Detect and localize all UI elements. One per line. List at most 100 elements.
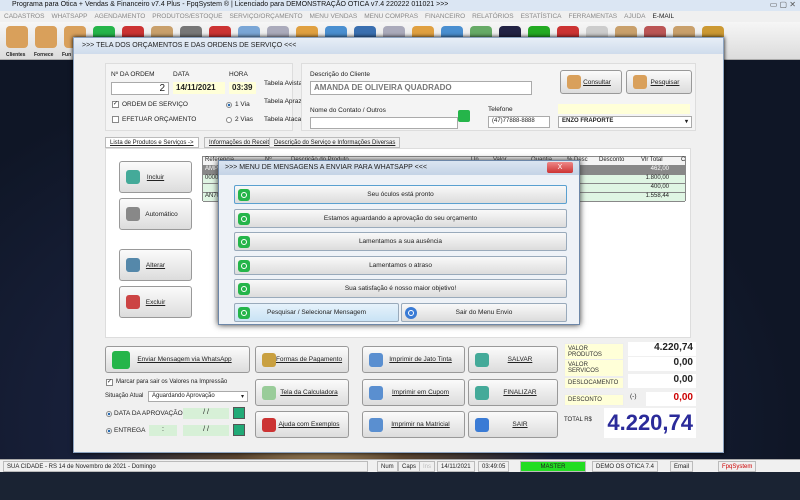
- alterar-button[interactable]: Alterar: [119, 249, 192, 281]
- column-header[interactable]: C: [681, 157, 685, 163]
- menu-item[interactable]: AGENDAMENTO: [94, 13, 145, 20]
- status-date: 14/11/2021: [437, 461, 475, 472]
- finalizar-button[interactable]: FINALIZAR: [468, 379, 558, 406]
- consultar-button[interactable]: Consultar: [560, 70, 622, 94]
- total-value: 4.220,74: [604, 408, 696, 438]
- menu-item[interactable]: CADASTROS: [4, 13, 44, 20]
- menu-item[interactable]: WHATSAPP: [51, 13, 87, 20]
- formas-button[interactable]: Formas de Pagamento: [255, 346, 349, 373]
- menu-item[interactable]: RELATÓRIOS: [472, 13, 513, 20]
- status-bar: SUA CIDADE - RS 14 de Novembro de 2021 -…: [0, 459, 800, 472]
- 1-via-label: 1 Via: [235, 101, 250, 108]
- ordem-servico-label: ORDEM DE SERVIÇO: [122, 101, 188, 108]
- status-ins: Ins: [419, 461, 436, 472]
- pesquisar-button[interactable]: Pesquisar: [626, 70, 692, 94]
- message-button[interactable]: Lamentamos a sua ausência: [234, 232, 567, 251]
- printer-icon: [369, 385, 383, 400]
- sair-button[interactable]: SAIR: [468, 411, 558, 438]
- toolbar-label: Fornece: [34, 52, 54, 58]
- incluir-button[interactable]: Incluir: [119, 161, 192, 193]
- contact-label: Nome do Contato / Outros: [310, 107, 386, 114]
- menu-item[interactable]: ESTATÍSTICA: [521, 13, 562, 20]
- menu-item[interactable]: FINANCEIRO: [425, 13, 465, 20]
- total-label: TOTAL R$: [564, 417, 592, 423]
- marcar-checkbox[interactable]: ✓: [106, 379, 113, 386]
- phone-input[interactable]: (47)77888-8888: [488, 116, 550, 128]
- date-field[interactable]: 14/11/2021: [173, 82, 225, 94]
- sair-menu-envio-button[interactable]: Sair do Menu Envio: [401, 303, 567, 322]
- time-field[interactable]: 03:39: [229, 82, 256, 94]
- whatsapp-icon: [238, 189, 250, 201]
- contact-input[interactable]: [310, 117, 458, 129]
- status-email[interactable]: Email: [670, 461, 694, 472]
- efetuar-orcamento-checkbox[interactable]: [112, 116, 119, 123]
- data-aprovacao-input[interactable]: / /: [183, 408, 229, 419]
- whatsapp-icon: [238, 212, 250, 225]
- 1-via-radio[interactable]: [226, 102, 232, 108]
- entrega-time-input[interactable]: :: [149, 425, 177, 436]
- menu-item[interactable]: SERVIÇO/ORÇAMENTO: [229, 13, 302, 20]
- menu-item[interactable]: PRODUTOS/ESTOQUE: [152, 13, 222, 20]
- tab-descricao[interactable]: Descrição do Serviço e Informações Diver…: [269, 137, 401, 148]
- status-time: 03:49:05: [478, 461, 510, 472]
- calendar-icon[interactable]: [233, 407, 245, 419]
- seller-select[interactable]: ENZO FRAPORTE ▾: [558, 116, 692, 128]
- automatico-button[interactable]: Automático: [119, 198, 192, 230]
- column-header[interactable]: Desconto: [599, 157, 624, 163]
- message-button[interactable]: Seu óculos está pronto: [234, 185, 567, 204]
- calculator-icon: [262, 385, 276, 400]
- calendar-icon[interactable]: [233, 424, 245, 436]
- menu-item[interactable]: MENU VENDAS: [310, 13, 358, 20]
- toolbar-button[interactable]: [6, 26, 28, 48]
- status-brand: FpqSystem: [718, 461, 757, 472]
- automatico-label: Automático: [145, 210, 178, 218]
- valor-servicos-value: 0,00: [628, 357, 696, 371]
- valor-produtos-value: 4.220,74: [628, 342, 696, 356]
- toolbar-button[interactable]: [35, 26, 57, 48]
- excluir-button[interactable]: Excluir: [119, 286, 192, 318]
- menu-item[interactable]: E-MAIL: [652, 13, 674, 20]
- situacao-value: Aguardando Aprovação: [152, 393, 215, 399]
- column-header[interactable]: Vlr Total: [641, 157, 663, 163]
- salvar-button[interactable]: SALVAR: [468, 346, 558, 373]
- desconto-value[interactable]: 0,00: [646, 392, 696, 406]
- deslocamento-value[interactable]: 0,00: [628, 374, 696, 388]
- calc-button[interactable]: Tela da Calculadora: [255, 379, 349, 406]
- dialog-close-button[interactable]: X: [547, 162, 573, 173]
- add-icon: [126, 170, 140, 184]
- jato-button[interactable]: Imprimir de Jato Tinta: [362, 346, 465, 373]
- ajuda-button[interactable]: Ajuda com Exemplos: [255, 411, 349, 438]
- situacao-select[interactable]: Aguardando Aprovação ▾: [148, 391, 248, 402]
- finalize-icon: [475, 385, 489, 400]
- ajuda-label: Ajuda com Exemplos: [278, 421, 340, 428]
- message-label: Estamos aguardando a aprovação do seu or…: [323, 214, 478, 222]
- tab-produtos[interactable]: Lista de Produtos e Serviços ->: [105, 137, 199, 148]
- message-button[interactable]: Lamentamos o atraso: [234, 255, 567, 275]
- message-button[interactable]: Sua satisfação é nosso maior objetivo!: [234, 279, 567, 298]
- menu-item[interactable]: FERRAMENTAS: [569, 13, 618, 20]
- menu-item[interactable]: AJUDA: [624, 13, 645, 20]
- cupom-label: Imprimir em Cupom: [391, 389, 450, 396]
- 2-vias-radio[interactable]: [226, 117, 232, 123]
- message-button[interactable]: Estamos aguardando a aprovação do seu or…: [234, 208, 567, 228]
- entrega-date-input[interactable]: / /: [183, 425, 229, 436]
- valor-servicos-label: VALOR SERVICOS: [564, 359, 624, 377]
- whatsapp-icon: [238, 283, 250, 295]
- data-aprovacao-radio[interactable]: [106, 411, 112, 417]
- order-number-input[interactable]: 2: [111, 82, 169, 95]
- whatsapp-icon[interactable]: [458, 110, 470, 122]
- matricial-button[interactable]: Imprimir na Matricial: [362, 411, 465, 438]
- client-name-input[interactable]: AMANDA DE OLIVEIRA QUADRADO: [310, 81, 532, 95]
- ordem-servico-checkbox[interactable]: ✓: [112, 101, 119, 108]
- excluir-label: Excluir: [145, 298, 166, 306]
- sair-label: SAIR: [512, 421, 528, 428]
- cell-total: 462,00: [650, 166, 669, 172]
- menu-item[interactable]: MENU COMPRAS: [364, 13, 418, 20]
- whatsapp-send-button[interactable]: Enviar Mensagem via WhatsApp: [105, 346, 250, 373]
- window-controls[interactable]: ▭ ▢ ✕: [770, 0, 796, 9]
- entrega-radio[interactable]: [106, 428, 112, 434]
- desconto-sign: (-): [630, 393, 637, 400]
- cupom-button[interactable]: Imprimir em Cupom: [362, 379, 465, 406]
- message-label: Sua satisfação é nosso maior objetivo!: [344, 285, 457, 292]
- pesquisar-mensagem-button[interactable]: Pesquisar / Selecionar Mensagem: [234, 303, 399, 322]
